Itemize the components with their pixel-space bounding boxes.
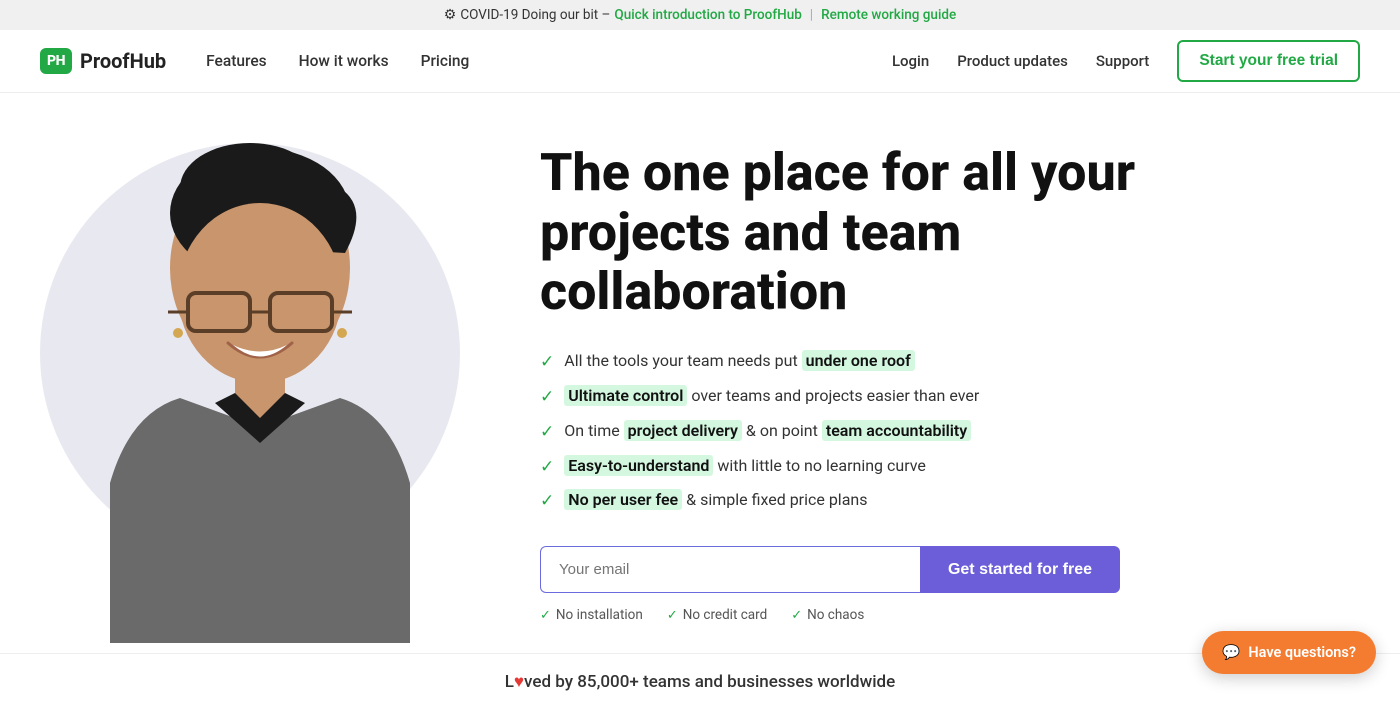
feature-text-5: No per user fee & simple fixed price pla… <box>564 489 867 511</box>
banner-text: COVID-19 Doing our bit – <box>460 7 610 23</box>
nav-pricing[interactable]: Pricing <box>421 52 470 70</box>
logo-box: PH <box>40 48 72 74</box>
check-icon-3: ✓ <box>540 421 554 445</box>
nav-login[interactable]: Login <box>892 52 929 70</box>
banner-link-intro[interactable]: Quick introduction to ProofHub <box>614 7 801 23</box>
feature-item-3: ✓ On time project delivery & on point te… <box>540 420 1180 445</box>
features-list: ✓ All the tools your team needs put unde… <box>540 350 1180 514</box>
check-icon-4: ✓ <box>540 456 554 480</box>
check-small-2: ✓ <box>667 608 678 623</box>
check-icon-1: ✓ <box>540 351 554 375</box>
hero-person <box>50 123 470 643</box>
highlight-fee: No per user fee <box>564 489 682 510</box>
top-banner: ⚙ COVID-19 Doing our bit – Quick introdu… <box>0 0 1400 30</box>
highlight-delivery: project delivery <box>624 420 742 441</box>
feature-item-2: ✓ Ultimate control over teams and projec… <box>540 385 1180 410</box>
navbar: PH ProofHub Features How it works Pricin… <box>0 30 1400 93</box>
check-small-3: ✓ <box>791 608 802 623</box>
gear-icon: ⚙ <box>444 7 457 23</box>
no-install: ✓ No installation <box>540 607 643 623</box>
no-features-bar: ✓ No installation ✓ No credit card ✓ No … <box>540 607 1180 623</box>
banner-link-remote[interactable]: Remote working guide <box>821 7 956 23</box>
feature-text-2: Ultimate control over teams and projects… <box>564 385 979 407</box>
feature-text-3: On time project delivery & on point team… <box>564 420 971 442</box>
chat-label: Have questions? <box>1248 644 1356 661</box>
hero-image-area <box>0 123 500 643</box>
check-icon-5: ✓ <box>540 490 554 514</box>
start-trial-button[interactable]: Start your free trial <box>1177 40 1360 82</box>
chat-icon: 💬 <box>1222 644 1240 661</box>
person-illustration <box>50 123 470 643</box>
no-credit: ✓ No credit card <box>667 607 767 623</box>
hero-section: The one place for all your projects and … <box>0 93 1400 653</box>
nav-links: Features How it works Pricing <box>206 52 892 70</box>
feature-text-4: Easy-to-understand with little to no lea… <box>564 455 926 477</box>
hero-title: The one place for all your projects and … <box>540 143 1180 322</box>
check-small-1: ✓ <box>540 608 551 623</box>
nav-how-it-works[interactable]: How it works <box>299 52 389 70</box>
nav-product-updates[interactable]: Product updates <box>957 52 1068 70</box>
email-form: Get started for free <box>540 546 1120 593</box>
logo-link[interactable]: PH ProofHub <box>40 48 166 74</box>
feature-text-1: All the tools your team needs put under … <box>564 350 915 372</box>
hero-content: The one place for all your projects and … <box>500 123 1240 643</box>
loved-text-after: ved by 85,000+ teams and businesses worl… <box>524 672 895 692</box>
feature-item-5: ✓ No per user fee & simple fixed price p… <box>540 489 1180 514</box>
no-chaos: ✓ No chaos <box>791 607 864 623</box>
nav-features[interactable]: Features <box>206 52 266 70</box>
banner-separator: | <box>810 7 813 23</box>
check-icon-2: ✓ <box>540 386 554 410</box>
highlight-roof: under one roof <box>802 350 915 371</box>
get-started-button[interactable]: Get started for free <box>920 546 1120 593</box>
feature-item-4: ✓ Easy-to-understand with little to no l… <box>540 455 1180 480</box>
nav-support[interactable]: Support <box>1096 52 1149 70</box>
loved-bar: L♥ved by 85,000+ teams and businesses wo… <box>0 653 1400 710</box>
heart-icon: ♥ <box>514 672 524 692</box>
loved-text-before: L <box>505 672 514 692</box>
highlight-accountability: team accountability <box>822 420 971 441</box>
feature-item-1: ✓ All the tools your team needs put unde… <box>540 350 1180 375</box>
email-input[interactable] <box>540 546 920 593</box>
chat-bubble[interactable]: 💬 Have questions? <box>1202 631 1376 674</box>
logo-text: ProofHub <box>80 49 166 73</box>
highlight-easy: Easy-to-understand <box>564 455 713 476</box>
nav-right: Login Product updates Support Start your… <box>892 40 1360 82</box>
highlight-control: Ultimate control <box>564 385 687 406</box>
